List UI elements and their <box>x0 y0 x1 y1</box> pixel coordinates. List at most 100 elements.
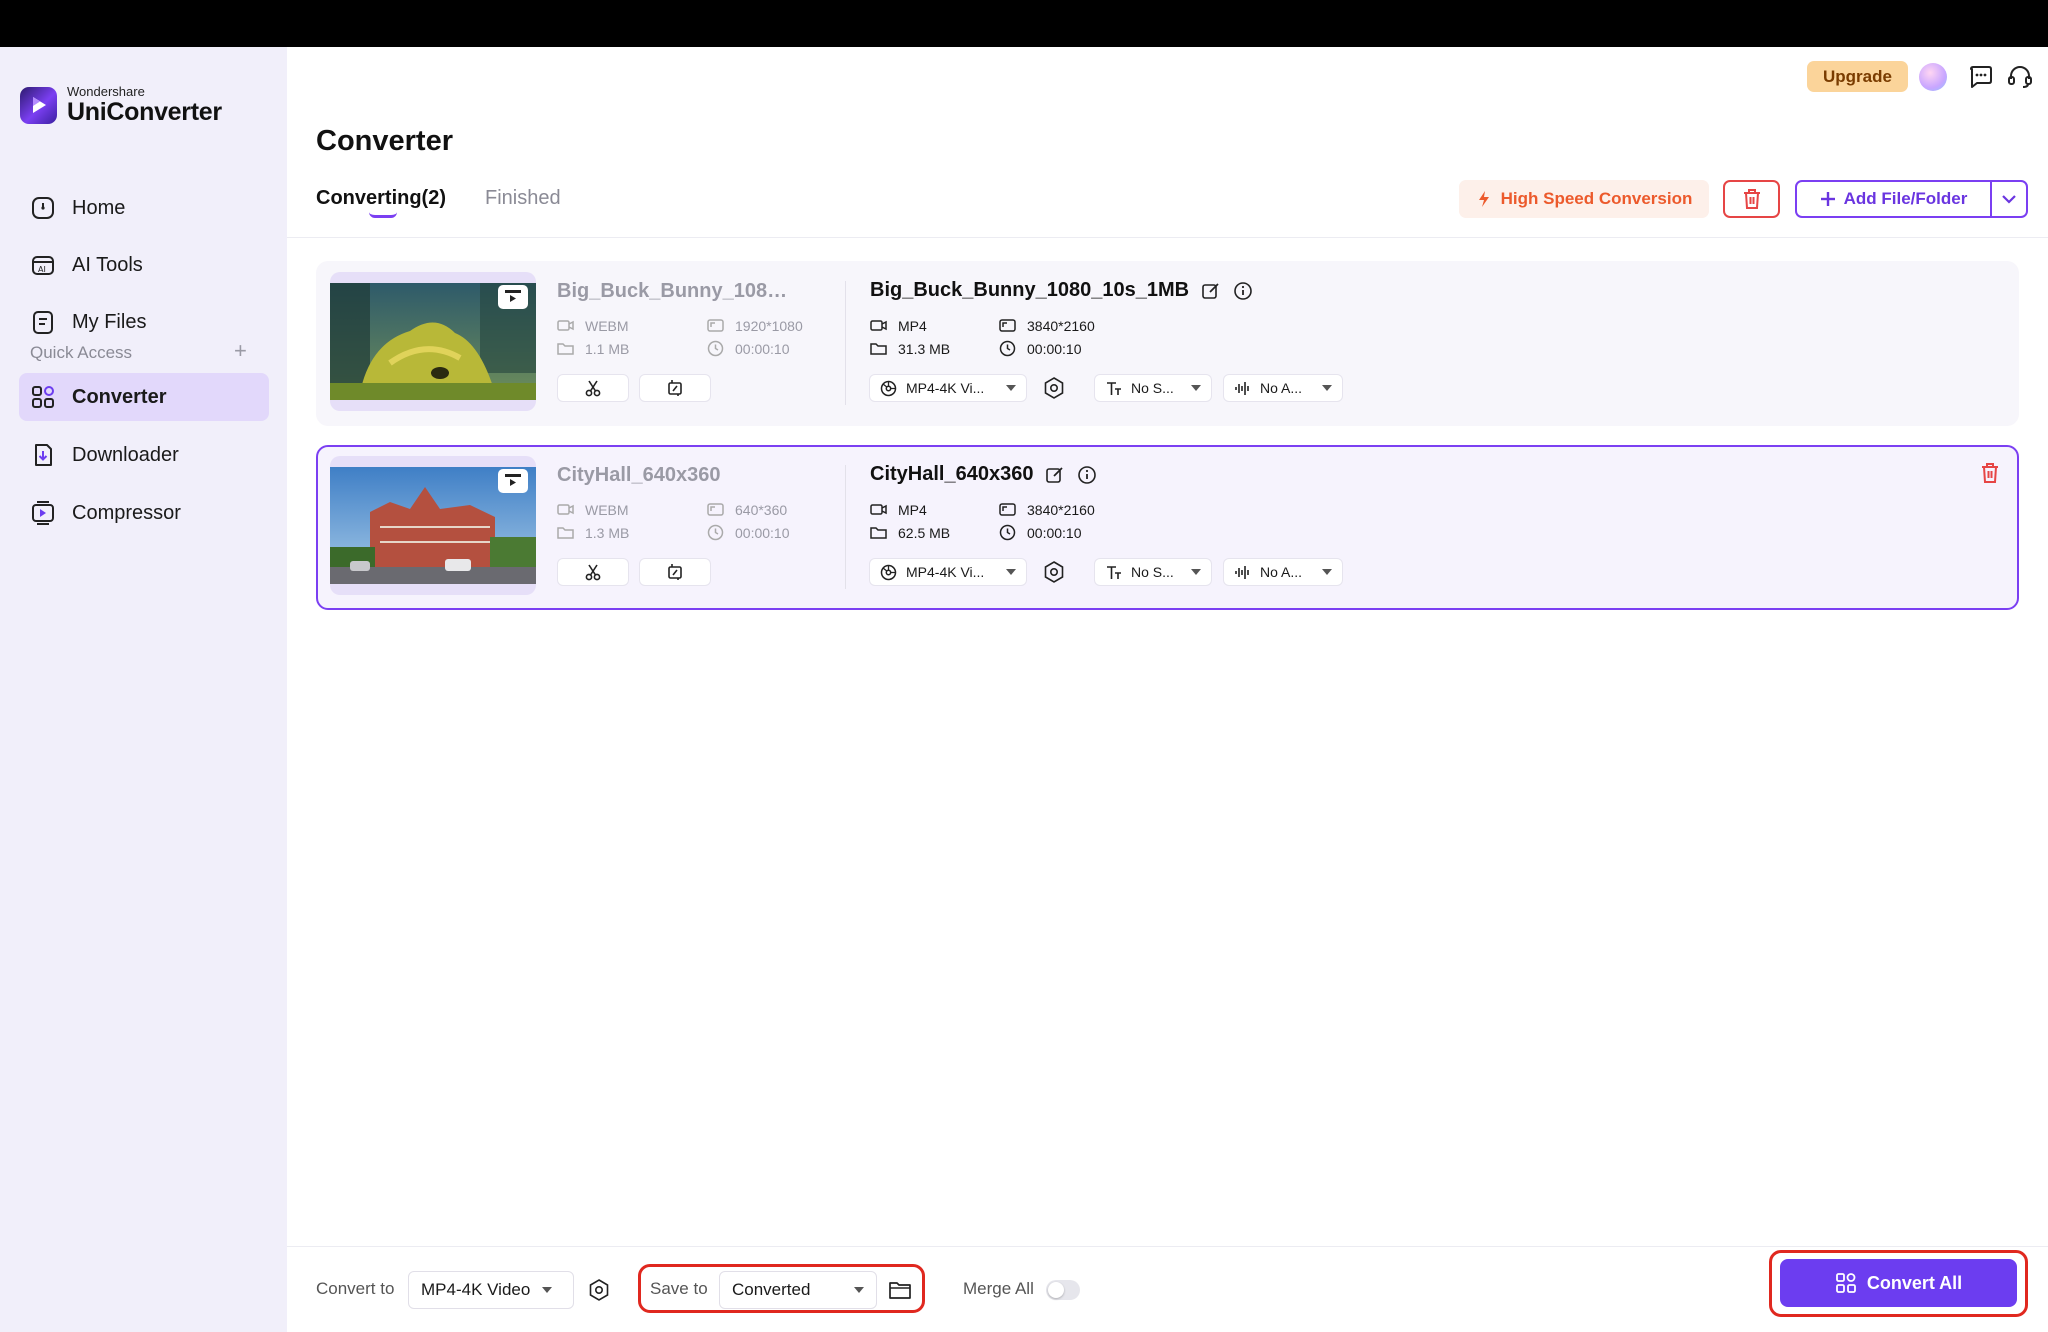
resolution-icon <box>707 319 724 332</box>
sidebar-item-home[interactable]: Home <box>19 184 269 232</box>
delete-all-button[interactable] <box>1723 180 1780 218</box>
card-divider <box>845 465 846 589</box>
info-icon[interactable] <box>1077 465 1097 485</box>
avatar[interactable] <box>1919 63 1947 91</box>
video-format-icon <box>870 320 887 331</box>
resolution-icon <box>999 503 1016 516</box>
convert-to-select[interactable]: MP4-4K Video <box>408 1271 574 1309</box>
source-file-name: Big_Buck_Bunny_1080_... <box>557 280 797 302</box>
sidebar-item-downloader[interactable]: Downloader <box>19 431 269 479</box>
compressor-icon <box>32 501 54 525</box>
high-speed-conversion-button[interactable]: High Speed Conversion <box>1459 180 1709 218</box>
source-size: 1.1 MB <box>557 340 629 357</box>
convert-to-label: Convert to <box>316 1279 395 1298</box>
tab-finished[interactable]: Finished <box>485 187 561 210</box>
resolution-icon <box>999 319 1016 332</box>
target-format: MP4 <box>870 317 927 334</box>
open-folder-icon[interactable] <box>888 1278 912 1302</box>
target-format-text: MP4 <box>898 317 927 334</box>
caret-down-icon <box>1191 569 1201 575</box>
lightning-icon <box>1478 191 1489 207</box>
caret-down-icon <box>854 1287 864 1293</box>
support-headset-icon[interactable] <box>2006 63 2034 91</box>
add-file-main[interactable]: Add File/Folder <box>1797 182 1990 216</box>
subtitle-dropdown[interactable]: No S... <box>1094 374 1212 402</box>
subtitle-text: No S... <box>1131 380 1174 396</box>
subtitle-dropdown[interactable]: No S... <box>1094 558 1212 586</box>
info-icon[interactable] <box>1233 281 1253 301</box>
output-preset-dropdown[interactable]: MP4-4K Vi... <box>869 374 1027 402</box>
target-size: 31.3 MB <box>870 340 950 357</box>
caret-down-icon <box>1322 385 1332 391</box>
scissors-icon <box>585 380 601 397</box>
trim-button[interactable] <box>557 558 629 586</box>
download-icon <box>35 444 52 466</box>
clock-icon <box>707 340 724 357</box>
output-settings-gear-icon[interactable] <box>587 1278 611 1302</box>
edit-name-icon[interactable] <box>1045 465 1065 485</box>
settings-gear-icon[interactable] <box>1042 560 1066 584</box>
crop-button[interactable] <box>639 558 711 586</box>
quick-access-add-icon[interactable]: + <box>234 338 247 364</box>
sidebar-item-ai-tools[interactable]: AI AI Tools <box>19 241 269 289</box>
source-format: WEBM <box>557 317 629 334</box>
target-name-text: CityHall_640x360 <box>870 463 1034 485</box>
tab-converting[interactable]: Converting(2) <box>316 187 446 210</box>
upgrade-button[interactable]: Upgrade <box>1807 61 1908 92</box>
target-format: MP4 <box>870 501 927 518</box>
video-thumbnail[interactable] <box>330 272 536 411</box>
subtitle-text: No S... <box>1131 564 1174 580</box>
clock-icon <box>999 524 1016 541</box>
settings-gear-icon[interactable] <box>1042 376 1066 400</box>
file-card[interactable]: Big_Buck_Bunny_1080_... WEBM 1.1 MB 1920… <box>316 261 2019 426</box>
sidebar-item-label: Downloader <box>72 443 179 466</box>
convert-all-label: Convert All <box>1866 1272 1963 1293</box>
file-icon <box>33 311 53 334</box>
delete-file-icon[interactable] <box>1979 462 2001 484</box>
video-thumbnail[interactable] <box>330 456 536 595</box>
convert-all-button[interactable]: Convert All <box>1780 1259 2017 1307</box>
sidebar-item-my-files[interactable]: My Files <box>19 298 269 346</box>
page-title: Converter <box>316 125 453 157</box>
source-file-name: CityHall_640x360 <box>557 464 721 486</box>
source-duration-text: 00:00:10 <box>735 524 790 541</box>
sidebar-item-label: Converter <box>72 385 167 408</box>
tab-active-indicator <box>369 212 397 218</box>
audio-dropdown[interactable]: No A... <box>1223 374 1343 402</box>
crop-edit-icon <box>668 564 682 580</box>
audio-dropdown[interactable]: No A... <box>1223 558 1343 586</box>
chat-icon[interactable] <box>1967 63 1995 91</box>
subtitle-text-icon <box>1107 565 1121 579</box>
video-play-icon[interactable] <box>498 285 528 309</box>
sidebar-item-label: Compressor <box>72 501 181 524</box>
add-file-dropdown[interactable] <box>1990 182 2026 216</box>
target-duration-text: 00:00:10 <box>1027 524 1082 541</box>
convert-to-value: MP4-4K Video <box>421 1280 531 1299</box>
sidebar-item-compressor[interactable]: Compressor <box>19 489 269 537</box>
target-duration: 00:00:10 <box>999 524 1082 541</box>
source-size: 1.3 MB <box>557 524 629 541</box>
source-resolution: 1920*1080 <box>707 317 803 334</box>
trash-icon <box>1743 189 1760 209</box>
source-resolution-text: 640*360 <box>735 501 788 518</box>
target-size: 62.5 MB <box>870 524 950 541</box>
trim-button[interactable] <box>557 374 629 402</box>
crop-button[interactable] <box>639 374 711 402</box>
quick-access-label: Quick Access <box>30 343 133 362</box>
output-preset-text: MP4-4K Vi... <box>906 380 985 396</box>
add-file-folder-button[interactable]: Add File/Folder <box>1795 180 2028 218</box>
svg-text:AI: AI <box>38 265 46 274</box>
video-play-icon[interactable] <box>498 469 528 493</box>
target-resolution-text: 3840*2160 <box>1027 317 1095 334</box>
target-format-text: MP4 <box>898 501 927 518</box>
audio-wave-icon <box>1235 565 1249 579</box>
converter-icon <box>32 386 54 408</box>
target-resolution: 3840*2160 <box>999 317 1095 334</box>
file-card-selected[interactable]: CityHall_640x360 WEBM 1.3 MB 640*360 00:… <box>316 445 2019 610</box>
merge-all-toggle[interactable] <box>1046 1280 1080 1300</box>
save-to-select[interactable]: Converted <box>719 1271 877 1309</box>
sidebar-item-converter[interactable]: Converter <box>19 373 269 421</box>
edit-name-icon[interactable] <box>1201 281 1221 301</box>
output-preset-dropdown[interactable]: MP4-4K Vi... <box>869 558 1027 586</box>
folder-icon <box>557 527 574 539</box>
